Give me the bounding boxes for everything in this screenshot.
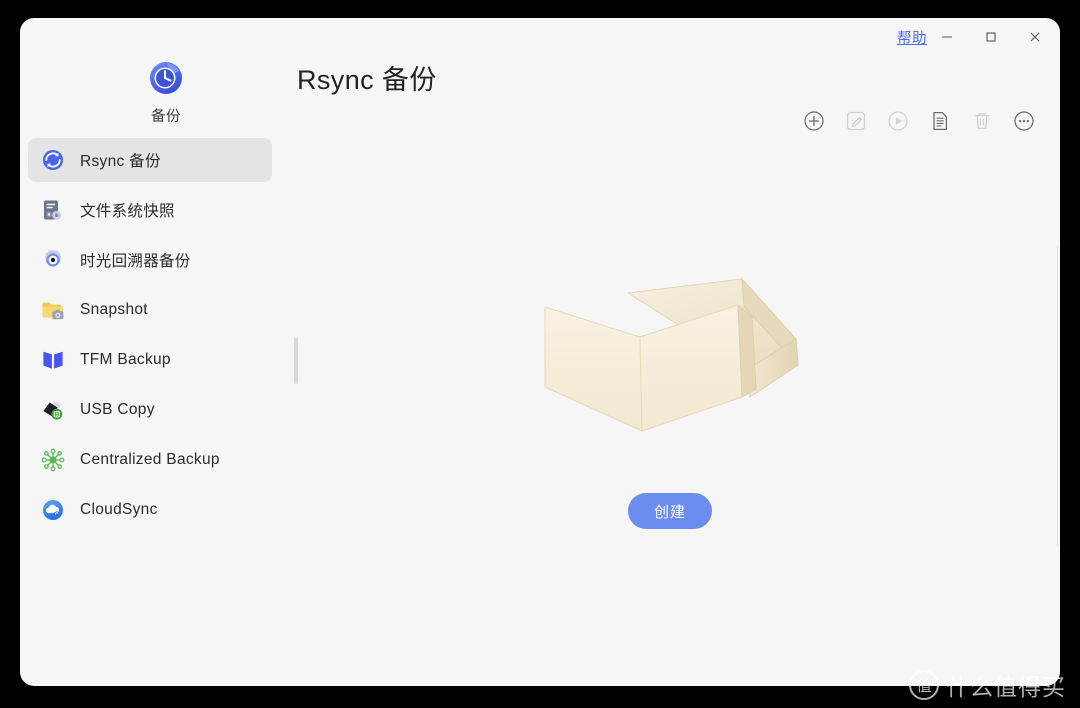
sidebar-item-tfm-backup[interactable]: TFM Backup [28, 338, 272, 382]
edit-square-icon [846, 111, 866, 131]
empty-state: 创建 [280, 138, 1060, 638]
sidebar-item-label: Rsync 备份 [80, 153, 161, 170]
sidebar-item-usb-copy[interactable]: USB Copy [28, 388, 272, 432]
sidebar-item-rsync-backup[interactable]: Rsync 备份 [28, 138, 272, 182]
sidebar-item-label: CloudSync [80, 501, 158, 518]
more-circle-icon [1014, 111, 1034, 131]
create-button[interactable]: 创建 [628, 493, 712, 529]
log-button[interactable] [928, 109, 952, 133]
app-badge: 备份 [126, 58, 206, 126]
open-book-icon [40, 347, 66, 373]
delete-button[interactable] [970, 109, 994, 133]
minimize-icon [942, 36, 952, 38]
rsync-sync-icon [40, 147, 66, 173]
folder-camera-icon [40, 297, 66, 323]
time-machine-icon [40, 247, 66, 273]
maximize-icon [986, 32, 996, 42]
cloud-sync-icon [40, 497, 66, 523]
toolbar [802, 109, 1036, 133]
trash-icon [974, 113, 990, 130]
maximize-button[interactable] [974, 24, 1008, 50]
help-link[interactable]: 帮助 [897, 27, 927, 48]
screen: 帮助 备份 Rsync 备份 Rsync 备份 文件系统快照 时光回溯器备份 S… [0, 0, 1080, 708]
minimize-button[interactable] [930, 24, 964, 50]
app-caption: 备份 [151, 109, 181, 125]
sidebar-item-filesystem-snapshot[interactable]: 文件系统快照 [28, 188, 272, 232]
sidebar-item-label: USB Copy [80, 401, 155, 418]
sidebar-item-label: Centralized Backup [80, 451, 220, 468]
sidebar: Rsync 备份 文件系统快照 时光回溯器备份 Snapshot TFM Bac… [20, 138, 280, 686]
more-button[interactable] [1012, 109, 1036, 133]
open-cardboard-box-illustration [544, 277, 799, 432]
add-button[interactable] [802, 109, 826, 133]
page-title: Rsync 备份 [297, 65, 437, 95]
title-bar: 帮助 [20, 18, 1060, 58]
sidebar-item-snapshot[interactable]: Snapshot [28, 288, 272, 332]
close-button[interactable] [1018, 24, 1052, 50]
main-content: 创建 [280, 138, 1060, 686]
plus-circle-icon [804, 111, 824, 131]
sidebar-item-label: 文件系统快照 [80, 203, 175, 220]
network-hub-icon [40, 447, 66, 473]
clock-backup-icon [146, 58, 186, 98]
filesystem-snapshot-icon [40, 197, 66, 223]
sidebar-item-cloudsync[interactable]: CloudSync [28, 488, 272, 532]
app-window: 帮助 备份 Rsync 备份 Rsync 备份 文件系统快照 时光回溯器备份 S… [20, 18, 1060, 686]
sidebar-item-label: TFM Backup [80, 351, 171, 368]
content-scrollbar-track[interactable] [1057, 246, 1058, 546]
document-icon [933, 111, 948, 131]
sidebar-item-time-machine-backup[interactable]: 时光回溯器备份 [28, 238, 272, 282]
close-icon [1030, 32, 1040, 42]
sidebar-item-label: 时光回溯器备份 [80, 253, 191, 270]
run-button[interactable] [886, 109, 910, 133]
play-circle-icon [888, 111, 908, 131]
edit-button[interactable] [844, 109, 868, 133]
usb-drive-icon [40, 397, 66, 423]
sidebar-item-centralized-backup[interactable]: Centralized Backup [28, 438, 272, 482]
sidebar-item-label: Snapshot [80, 301, 148, 318]
